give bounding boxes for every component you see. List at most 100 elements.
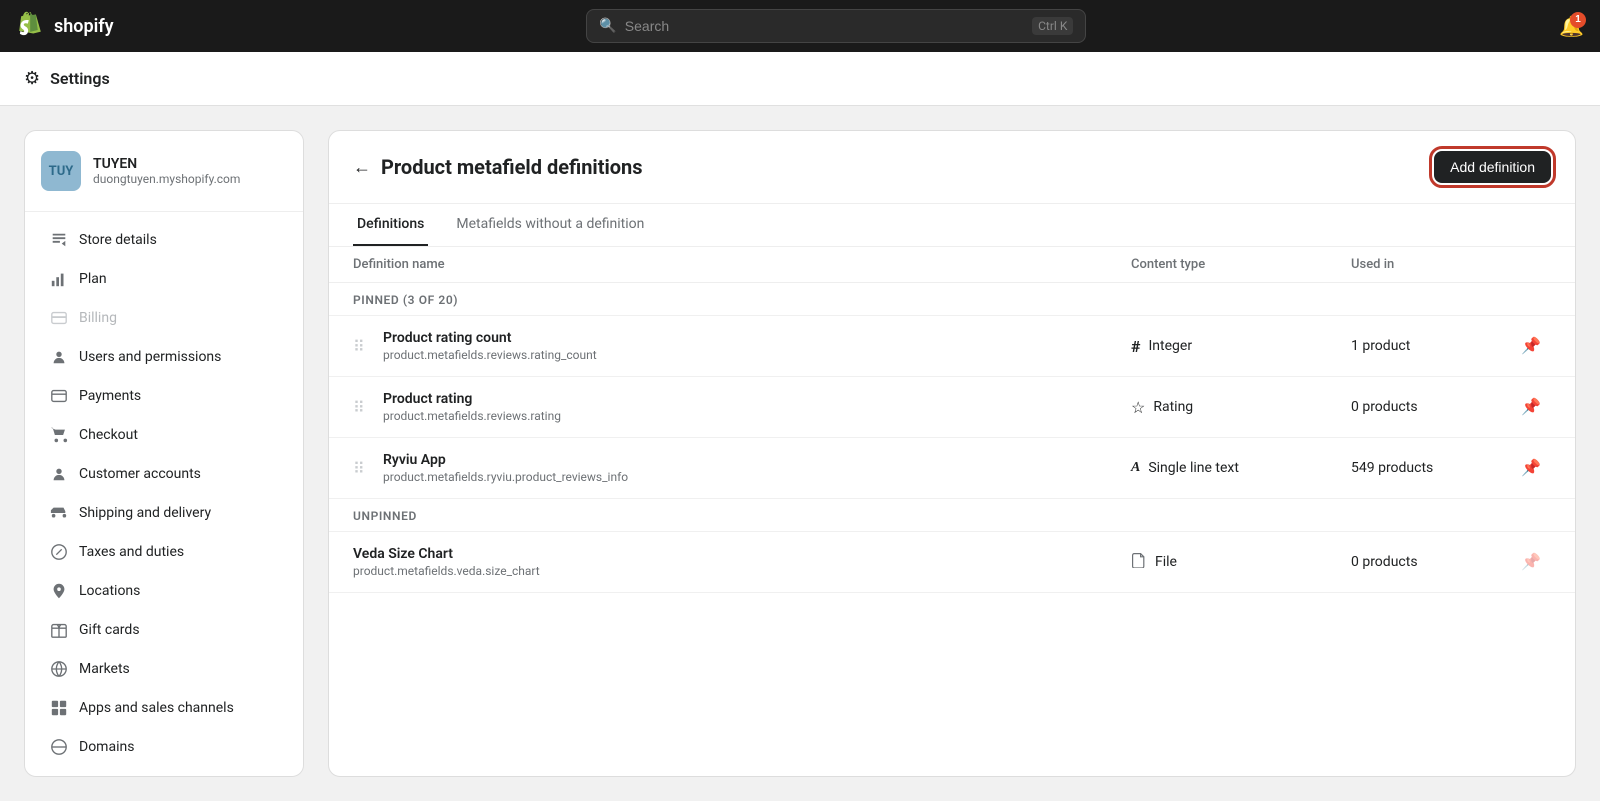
account-domain: duongtuyen.myshopify.com bbox=[93, 172, 240, 186]
account-section[interactable]: TUY TUYEN duongtuyen.myshopify.com bbox=[25, 131, 303, 212]
sidebar-item-payments[interactable]: Payments bbox=[33, 377, 295, 415]
pin-button[interactable]: 📌 bbox=[1511, 336, 1551, 356]
col-used-in: Used in bbox=[1351, 257, 1511, 272]
tab-bar: Definitions Metafields without a definit… bbox=[329, 204, 1575, 247]
sidebar-item-checkout[interactable]: Checkout bbox=[33, 416, 295, 454]
row-key: product.metafields.veda.size_chart bbox=[353, 564, 1131, 578]
taxes-icon bbox=[49, 542, 69, 562]
search-shortcut: Ctrl K bbox=[1032, 17, 1073, 35]
plan-icon bbox=[49, 269, 69, 289]
pin-button[interactable]: 📌 bbox=[1511, 397, 1551, 417]
account-name: TUYEN bbox=[93, 156, 240, 172]
pinned-section-label: PINNED (3 OF 20) bbox=[329, 283, 1575, 316]
shopify-logo: shopify bbox=[16, 11, 114, 41]
sidebar-item-label: Billing bbox=[79, 310, 117, 326]
sidebar-nav: Store details Plan Billing Users and per… bbox=[25, 212, 303, 777]
sidebar-item-plan[interactable]: Plan bbox=[33, 260, 295, 298]
sidebar-item-label: Payments bbox=[79, 388, 141, 404]
settings-header: ⚙ Settings bbox=[0, 52, 1600, 106]
sidebar-item-gift-cards[interactable]: Gift cards bbox=[33, 611, 295, 649]
search-icon: 🔍 bbox=[599, 18, 616, 34]
search-input[interactable] bbox=[625, 18, 1024, 34]
logo-text: shopify bbox=[54, 16, 114, 37]
table-row[interactable]: ⠿ Ryviu App product.metafields.ryviu.pro… bbox=[329, 438, 1575, 499]
col-content-type: Content type bbox=[1131, 257, 1351, 272]
content-type-cell: A Single line text bbox=[1131, 460, 1351, 476]
row-name-cell: Ryviu App product.metafields.ryviu.produ… bbox=[383, 452, 1131, 484]
apps-icon bbox=[49, 698, 69, 718]
drag-handle-icon[interactable]: ⠿ bbox=[353, 459, 383, 478]
sidebar-item-label: Apps and sales channels bbox=[79, 700, 234, 716]
content-type-label: Single line text bbox=[1148, 460, 1239, 476]
sidebar-item-label: Locations bbox=[79, 583, 140, 599]
used-in-cell: 1 product bbox=[1351, 338, 1511, 354]
page-title: Product metafield definitions bbox=[381, 155, 643, 179]
topnav-right: 🔔 1 bbox=[1559, 14, 1584, 39]
account-info: TUYEN duongtuyen.myshopify.com bbox=[93, 156, 240, 186]
table-row[interactable]: ⠿ Product rating count product.metafield… bbox=[329, 316, 1575, 377]
col-definition-name: Definition name bbox=[353, 257, 1131, 272]
markets-icon bbox=[49, 659, 69, 679]
content-type-label: Integer bbox=[1148, 338, 1192, 354]
sidebar-item-label: Taxes and duties bbox=[79, 544, 184, 560]
content-type-icon bbox=[1131, 552, 1147, 572]
sidebar-item-billing: Billing bbox=[33, 299, 295, 337]
row-key: product.metafields.ryviu.product_reviews… bbox=[383, 470, 1131, 484]
sidebar-item-users-permissions[interactable]: Users and permissions bbox=[33, 338, 295, 376]
payments-icon bbox=[49, 386, 69, 406]
sidebar-item-customer-accounts[interactable]: Customer accounts bbox=[33, 455, 295, 493]
used-in-cell: 0 products bbox=[1351, 554, 1511, 570]
main-content: ← Product metafield definitions Add defi… bbox=[328, 130, 1576, 777]
pin-button[interactable]: 📌 bbox=[1511, 458, 1551, 478]
notification-button[interactable]: 🔔 1 bbox=[1559, 14, 1584, 39]
row-name: Ryviu App bbox=[383, 452, 1131, 468]
tab-definitions[interactable]: Definitions bbox=[353, 204, 428, 246]
content-type-label: Rating bbox=[1153, 399, 1193, 415]
content-type-icon: A bbox=[1131, 460, 1140, 476]
pin-button[interactable]: 📌 bbox=[1511, 552, 1551, 572]
sidebar-item-markets[interactable]: Markets bbox=[33, 650, 295, 688]
table-header: Definition name Content type Used in bbox=[329, 247, 1575, 283]
title-group: ← Product metafield definitions bbox=[353, 155, 643, 179]
sidebar-item-apps-sales-channels[interactable]: Apps and sales channels bbox=[33, 689, 295, 727]
top-navigation: shopify 🔍 Ctrl K 🔔 1 bbox=[0, 0, 1600, 52]
sidebar-item-label: Markets bbox=[79, 661, 130, 677]
content-type-cell: ☆ Rating bbox=[1131, 398, 1351, 417]
row-key: product.metafields.reviews.rating_count bbox=[383, 348, 1131, 362]
sidebar-item-label: Customer accounts bbox=[79, 466, 201, 482]
row-name: Product rating bbox=[383, 391, 1131, 407]
table-row[interactable]: Veda Size Chart product.metafields.veda.… bbox=[329, 532, 1575, 593]
add-definition-button[interactable]: Add definition bbox=[1434, 151, 1551, 183]
drag-handle-icon[interactable]: ⠿ bbox=[353, 337, 383, 356]
row-name-cell: Product rating count product.metafields.… bbox=[383, 330, 1131, 362]
table-container: Definition name Content type Used in PIN… bbox=[329, 247, 1575, 776]
table-row[interactable]: ⠿ Product rating product.metafields.revi… bbox=[329, 377, 1575, 438]
sidebar-item-locations[interactable]: Locations bbox=[33, 572, 295, 610]
checkout-icon bbox=[49, 425, 69, 445]
content-type-label: File bbox=[1155, 554, 1177, 570]
back-button[interactable]: ← bbox=[353, 158, 371, 176]
settings-title: Settings bbox=[50, 69, 110, 88]
tab-metafields-without-definition[interactable]: Metafields without a definition bbox=[452, 204, 648, 246]
content-header: ← Product metafield definitions Add defi… bbox=[329, 131, 1575, 204]
content-type-cell: # Integer bbox=[1131, 337, 1351, 356]
domains-icon bbox=[49, 737, 69, 757]
unpinned-section-label: UNPINNED bbox=[329, 499, 1575, 532]
sidebar-item-shipping-delivery[interactable]: Shipping and delivery bbox=[33, 494, 295, 532]
drag-handle-icon[interactable]: ⠿ bbox=[353, 398, 383, 417]
notification-badge: 1 bbox=[1570, 12, 1586, 28]
search-bar[interactable]: 🔍 Ctrl K bbox=[586, 9, 1086, 43]
content-type-icon: ☆ bbox=[1131, 398, 1145, 417]
content-type-icon: # bbox=[1131, 337, 1140, 356]
settings-icon: ⚙ bbox=[24, 68, 40, 89]
sidebar-item-label: Users and permissions bbox=[79, 349, 221, 365]
locations-icon bbox=[49, 581, 69, 601]
sidebar: TUY TUYEN duongtuyen.myshopify.com Store… bbox=[24, 130, 304, 777]
customer-events-icon bbox=[49, 776, 69, 777]
sidebar-item-domains[interactable]: Domains bbox=[33, 728, 295, 766]
sidebar-item-store-details[interactable]: Store details bbox=[33, 221, 295, 259]
sidebar-item-taxes-duties[interactable]: Taxes and duties bbox=[33, 533, 295, 571]
main-layout: TUY TUYEN duongtuyen.myshopify.com Store… bbox=[0, 106, 1600, 801]
row-name-cell: Product rating product.metafields.review… bbox=[383, 391, 1131, 423]
shopify-logo-icon bbox=[16, 11, 46, 41]
